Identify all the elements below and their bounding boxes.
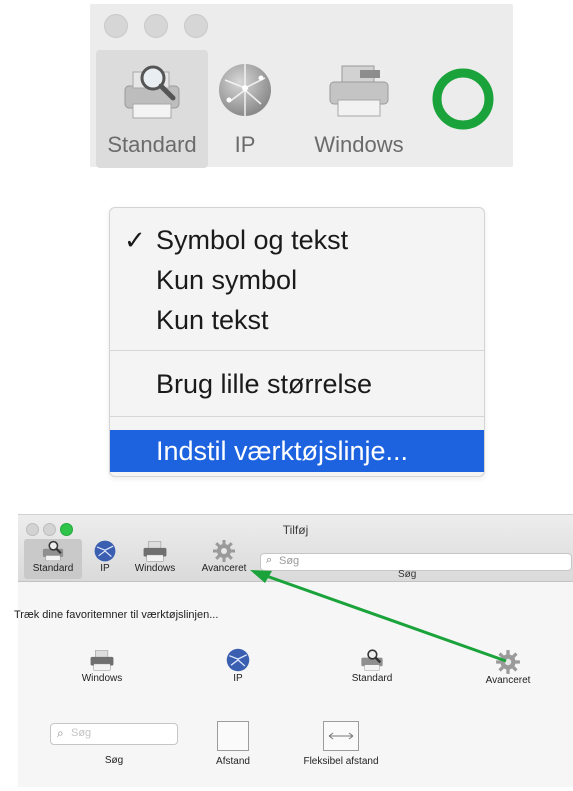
menu-item-symbol-og-tekst[interactable]: ✓ Symbol og tekst [110,220,484,260]
toolbar-item-standard[interactable]: Standard [96,50,208,168]
menu-item-kun-tekst[interactable]: Kun tekst [110,300,484,340]
menu-item-indstil-vaerktoejslinje[interactable]: Indstil værktøjslinje... [110,430,484,472]
menu-item-kun-symbol[interactable]: Kun symbol [110,260,484,300]
toolbar-crop: Standard IP Windows [90,4,513,168]
menu-item-label: Indstil værktøjslinje... [156,436,409,466]
menu-item-label: Brug lille størrelse [156,369,373,399]
close-button[interactable] [104,14,128,38]
toolbar-item-label: IP [234,132,256,157]
printer-magnifier-icon [119,60,185,129]
toolbar-item-label: Standard [107,132,197,157]
menu-item-label: Kun tekst [156,305,269,335]
menu-item-brug-lille-stoerrelse[interactable]: Brug lille størrelse [110,364,484,404]
toolbar-item-windows[interactable]: Windows [302,50,416,168]
toolbar-item-label: Windows [314,132,404,157]
toolbar-context-menu: ✓ Symbol og tekst Kun symbol Kun tekst B… [109,207,485,477]
minimize-button[interactable] [144,14,168,38]
menu-item-label: Kun symbol [156,265,298,295]
globe-icon [215,60,275,125]
annotation-arrow [250,570,507,663]
customize-toolbar-window: Tilføj Standard IP Windows Avanceret ⌕ S… [14,514,573,787]
menu-separator [110,416,484,417]
menu-item-label: Symbol og tekst [156,225,349,255]
annotation-circle [430,66,496,137]
zoom-button[interactable] [184,14,208,38]
checkmark-icon: ✓ [124,225,146,255]
menu-separator [110,350,484,351]
toolbar-item-ip[interactable]: IP [202,50,288,168]
printer-icon [326,60,392,125]
